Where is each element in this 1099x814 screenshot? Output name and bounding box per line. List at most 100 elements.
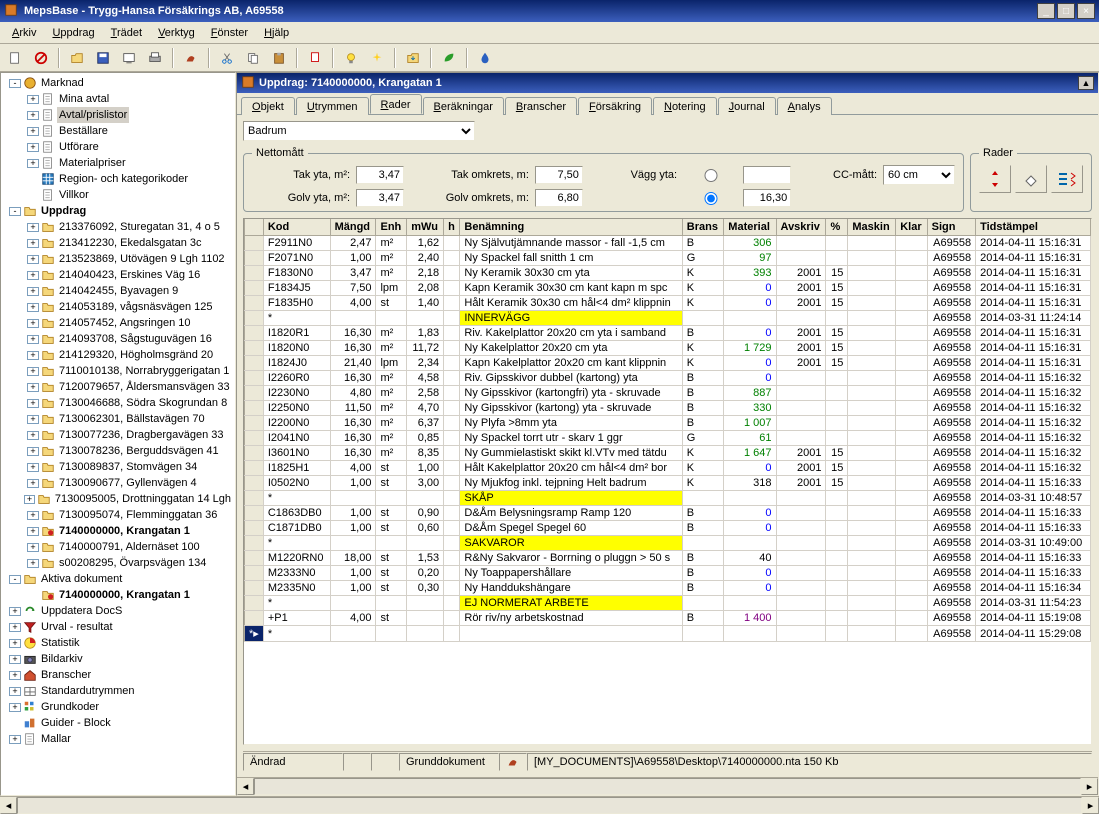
toolbar-print[interactable] xyxy=(144,47,166,69)
cell-brans[interactable]: B xyxy=(682,581,724,596)
cell-ts[interactable]: 2014-04-11 15:16:33 xyxy=(976,551,1091,566)
cell-mat[interactable]: 0 xyxy=(724,296,776,311)
cell-brans[interactable]: K xyxy=(682,476,724,491)
cell-mwu[interactable] xyxy=(407,491,444,506)
cell-maskin[interactable] xyxy=(848,581,896,596)
cell-mat[interactable]: 0 xyxy=(724,521,776,536)
col-klar[interactable]: Klar xyxy=(896,219,927,236)
cell-ben[interactable]: Ny Keramik 30x30 cm yta xyxy=(460,266,682,281)
cell-ts[interactable]: 2014-04-11 15:19:08 xyxy=(976,611,1091,626)
cell-kod[interactable]: * xyxy=(263,311,330,326)
cell-avs[interactable] xyxy=(776,581,826,596)
tree-toggle[interactable]: + xyxy=(27,351,39,360)
cell-mangd[interactable]: 7,50 xyxy=(330,281,376,296)
scroll-right-arrow[interactable]: ▸ xyxy=(1081,778,1098,795)
cell-kod[interactable]: I2041N0 xyxy=(263,431,330,446)
tree-node[interactable]: +Urval - resultat xyxy=(3,619,233,635)
cell-mwu[interactable] xyxy=(407,536,444,551)
table-row[interactable]: *EJ NORMERAT ARBETEA695582014-03-31 11:5… xyxy=(245,596,1091,611)
cell-sign[interactable]: A69558 xyxy=(927,521,975,536)
cell-klar[interactable] xyxy=(896,416,927,431)
tab-journal[interactable]: Journal xyxy=(718,97,776,115)
tak-omkrets-input[interactable] xyxy=(535,166,583,184)
cell-ts[interactable]: 2014-04-11 15:16:32 xyxy=(976,371,1091,386)
sub-maximize[interactable]: ▲ xyxy=(1078,76,1094,90)
cell-ben[interactable]: Hålt Keramik 30x30 cm hål<4 dm² klippnin xyxy=(460,296,682,311)
minimize-button[interactable]: _ xyxy=(1037,3,1055,19)
cell-kod[interactable]: M1220RN0 xyxy=(263,551,330,566)
cell-ben[interactable]: Riv. Gipsskivor dubbel (kartong) yta xyxy=(460,371,682,386)
cell-h[interactable] xyxy=(444,266,460,281)
outer-horizontal-scrollbar[interactable]: ◂ ▸ xyxy=(0,796,1099,814)
cell-kod[interactable]: C1863DB0 xyxy=(263,506,330,521)
cell-ben[interactable]: Ny Gipsskivor (kartongfri) yta - skruvad… xyxy=(460,386,682,401)
cell-pct[interactable] xyxy=(826,431,848,446)
tree-toggle[interactable]: + xyxy=(27,255,39,264)
cell-maskin[interactable] xyxy=(848,491,896,506)
cell-mat[interactable] xyxy=(724,491,776,506)
tree-toggle[interactable]: + xyxy=(24,495,35,504)
table-row[interactable]: F1835H04,00st1,40Hålt Keramik 30x30 cm h… xyxy=(245,296,1091,311)
tab-rader[interactable]: Rader xyxy=(370,94,422,114)
cell-avs[interactable] xyxy=(776,401,826,416)
cell-ts[interactable]: 2014-04-11 15:16:31 xyxy=(976,251,1091,266)
cell-mwu[interactable]: 1,53 xyxy=(407,551,444,566)
cell-brans[interactable]: B xyxy=(682,371,724,386)
table-row[interactable]: I2200N016,30m²6,37Ny Plyfa >8mm ytaB1 00… xyxy=(245,416,1091,431)
cell-mat[interactable]: 887 xyxy=(724,386,776,401)
tree-node[interactable]: +Mallar xyxy=(3,731,233,747)
cell-maskin[interactable] xyxy=(848,251,896,266)
cell-h[interactable] xyxy=(444,626,460,642)
tree-node[interactable]: +Branscher xyxy=(3,667,233,683)
cell-pct[interactable]: 15 xyxy=(826,266,848,281)
cell-klar[interactable] xyxy=(896,236,927,251)
cell-maskin[interactable] xyxy=(848,311,896,326)
cell-pct[interactable] xyxy=(826,611,848,626)
cell-avs[interactable] xyxy=(776,251,826,266)
cell-avs[interactable]: 2001 xyxy=(776,446,826,461)
cell-brans[interactable]: B xyxy=(682,386,724,401)
table-row[interactable]: F1830N03,47m²2,18Ny Keramik 30x30 cm yta… xyxy=(245,266,1091,281)
cell-h[interactable] xyxy=(444,551,460,566)
cell-klar[interactable] xyxy=(896,566,927,581)
cell-ts[interactable]: 2014-04-11 15:16:32 xyxy=(976,461,1091,476)
table-row[interactable]: I2230N04,80m²2,58Ny Gipsskivor (kartongf… xyxy=(245,386,1091,401)
cell-klar[interactable] xyxy=(896,431,927,446)
cell-maskin[interactable] xyxy=(848,566,896,581)
cell-pct[interactable] xyxy=(826,596,848,611)
cell-pct[interactable]: 15 xyxy=(826,341,848,356)
cell-mat[interactable]: 1 729 xyxy=(724,341,776,356)
cell-avs[interactable] xyxy=(776,521,826,536)
toolbar-open[interactable] xyxy=(66,47,88,69)
cell-brans[interactable]: K xyxy=(682,461,724,476)
cell-h[interactable] xyxy=(444,491,460,506)
tree-node[interactable]: +214042455, Byavagen 9 xyxy=(3,283,233,299)
cell-klar[interactable] xyxy=(896,581,927,596)
cell-pct[interactable] xyxy=(826,626,848,642)
cell-pct[interactable]: 15 xyxy=(826,326,848,341)
tree-node[interactable]: 7140000000, Krangatan 1 xyxy=(3,587,233,603)
cell-maskin[interactable] xyxy=(848,236,896,251)
table-row[interactable]: F2911N02,47m²1,62Ny Självutjämnande mass… xyxy=(245,236,1091,251)
tree-toggle[interactable] xyxy=(27,591,39,600)
cell-brans[interactable]: B xyxy=(682,566,724,581)
cell-ben[interactable]: D&Åm Belysningsramp Ramp 120 xyxy=(460,506,682,521)
maximize-button[interactable]: □ xyxy=(1057,3,1075,19)
tab-utrymmen[interactable]: Utrymmen xyxy=(296,97,369,115)
cell-sign[interactable]: A69558 xyxy=(927,566,975,581)
cell-klar[interactable] xyxy=(896,476,927,491)
tab-branscher[interactable]: Branscher xyxy=(505,97,577,115)
cell-kod[interactable]: I2260R0 xyxy=(263,371,330,386)
cell-maskin[interactable] xyxy=(848,386,896,401)
cell-kod[interactable]: * xyxy=(263,536,330,551)
cell-enh[interactable]: st xyxy=(376,566,407,581)
cell-avs[interactable] xyxy=(776,386,826,401)
menu-arkiv[interactable]: Arkiv xyxy=(4,24,44,42)
tree-node[interactable]: +Avtal/prislistor xyxy=(3,107,233,123)
cell-ts[interactable]: 2014-04-11 15:16:31 xyxy=(976,236,1091,251)
cell-klar[interactable] xyxy=(896,551,927,566)
cell-enh[interactable]: m² xyxy=(376,416,407,431)
cell-brans[interactable]: B xyxy=(682,521,724,536)
cell-h[interactable] xyxy=(444,356,460,371)
cell-pct[interactable]: 15 xyxy=(826,281,848,296)
